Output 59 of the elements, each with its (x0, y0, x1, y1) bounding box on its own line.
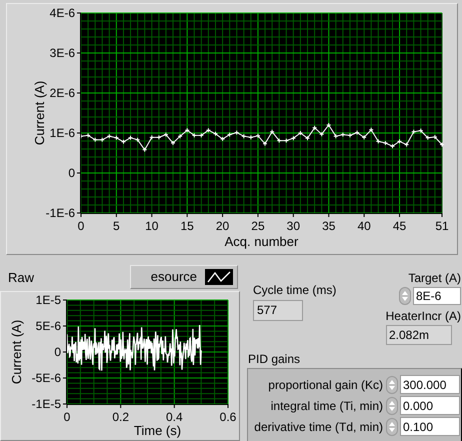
axis-title: Acq. number (224, 234, 298, 249)
tick-label: 1E-6 (50, 126, 75, 140)
graph-title: Raw (8, 268, 34, 286)
tick-label: 25 (251, 219, 265, 233)
field-label: Cycle time (ms) (253, 283, 336, 297)
axis-title: Current (A) (9, 320, 24, 384)
tick-label: -1E-6 (46, 206, 75, 220)
value-display: 2.082m (386, 325, 452, 345)
tick-label: 10 (145, 219, 158, 233)
tick-label: 0 (64, 410, 70, 424)
axis-title: Time (s) (134, 423, 182, 438)
tick-label: -5E-6 (32, 371, 61, 385)
tick-label: 30 (286, 219, 300, 233)
down-arrow-icon[interactable] (389, 406, 395, 410)
field-label: integral time (Ti, min) (270, 398, 383, 412)
tick-label: 5E-6 (36, 319, 61, 333)
tick-label: 35 (322, 219, 336, 233)
field-label: derivative time (Td, min) (254, 420, 383, 434)
tick-label: 1E-5 (36, 293, 61, 307)
field-label: HeaterIncr (A) (386, 309, 461, 323)
tick-label: 0.2 (112, 410, 129, 424)
axis-title: Current (A) (32, 80, 47, 146)
spinner-control[interactable] (386, 376, 398, 394)
input-field[interactable]: 0.000 (400, 396, 460, 415)
tick-label: 5 (113, 219, 120, 233)
tick-label: 0 (78, 219, 84, 233)
tick-label: 51 (435, 219, 449, 233)
tick-label: 40 (357, 219, 371, 233)
tick-label: 0.6 (220, 410, 236, 424)
tick-label: 15 (180, 219, 194, 233)
up-arrow-icon[interactable] (389, 422, 395, 426)
tick-label: 0 (54, 345, 61, 359)
up-arrow-icon[interactable] (402, 291, 408, 295)
tick-label: 0.4 (166, 410, 183, 424)
up-arrow-icon[interactable] (389, 380, 395, 384)
input-field[interactable]: 300.000 (400, 375, 460, 394)
tick-label: -1E-5 (32, 397, 61, 411)
value-display: 577 (253, 300, 303, 321)
input-field[interactable]: 0.100 (400, 417, 460, 436)
field-label: proportional gain (Kc) (268, 378, 383, 392)
tick-label: 45 (392, 219, 406, 233)
tick-label: 4E-6 (50, 6, 75, 20)
field-label: Target (A) (408, 271, 461, 285)
down-arrow-icon[interactable] (402, 297, 408, 301)
group-label: PID gains (248, 352, 302, 366)
tick-label: 0 (68, 166, 75, 180)
up-arrow-icon[interactable] (389, 400, 395, 404)
legend-line-icon (205, 269, 233, 285)
spinner-control[interactable] (386, 418, 398, 436)
down-arrow-icon[interactable] (389, 428, 395, 432)
spinner-control[interactable] (386, 396, 398, 414)
tick-label: 3E-6 (50, 46, 75, 60)
legend-label: esource (150, 268, 197, 286)
tick-label: 20 (216, 219, 230, 233)
plot-legend[interactable]: esource (130, 265, 238, 289)
spinner-control[interactable] (399, 287, 411, 305)
input-field[interactable]: 8E-6 (413, 287, 461, 305)
down-arrow-icon[interactable] (389, 386, 395, 390)
tick-label: 2E-6 (50, 86, 75, 100)
